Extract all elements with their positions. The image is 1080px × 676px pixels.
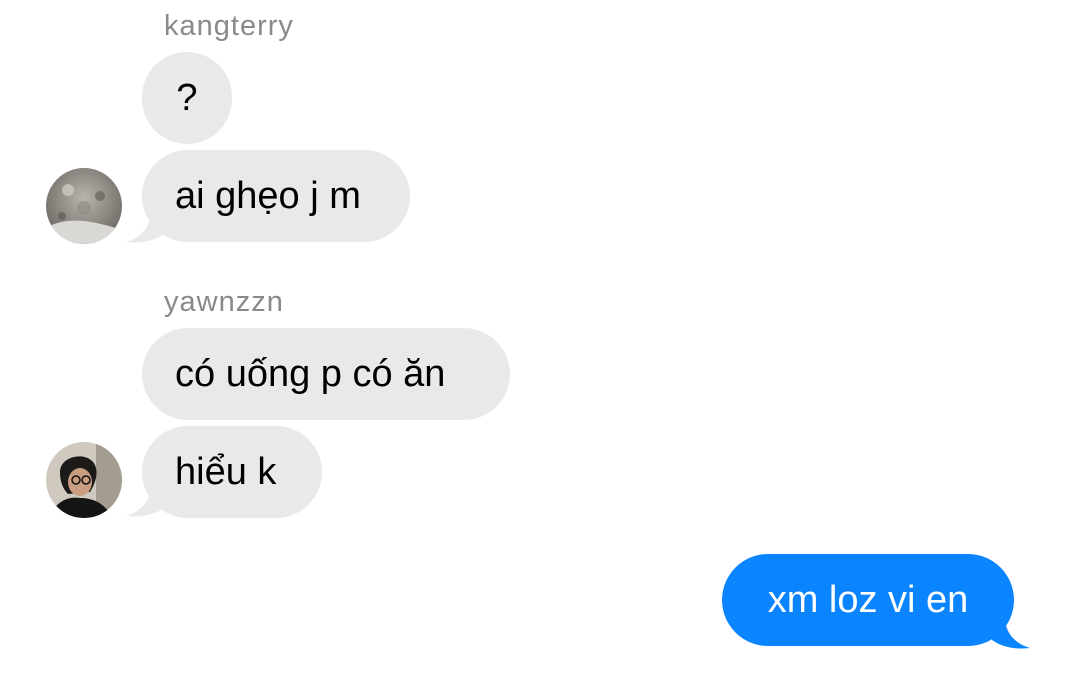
- message-text: có uống p có ăn: [175, 353, 446, 395]
- message-bubble-sent[interactable]: xm loz vi en: [722, 554, 1014, 646]
- message-bubble[interactable]: ai ghẹo j m: [142, 150, 410, 242]
- message-text: ai ghẹo j m: [175, 175, 361, 217]
- message-text: hiểu k: [175, 451, 277, 493]
- avatar-kangterry[interactable]: [46, 168, 122, 244]
- avatar-yawnzzn[interactable]: [46, 442, 122, 518]
- person-avatar-icon: [46, 442, 122, 518]
- person-avatar-icon: [46, 168, 122, 244]
- message-bubble[interactable]: ?: [142, 52, 232, 144]
- message-bubble[interactable]: có uống p có ăn: [142, 328, 510, 420]
- sender-name-yawnzzn: yawnzzn: [164, 286, 284, 318]
- message-text: ?: [176, 77, 198, 119]
- message-bubble[interactable]: hiểu k: [142, 426, 322, 518]
- message-text: xm loz vi en: [767, 579, 969, 621]
- sender-name-kangterry: kangterry: [164, 10, 294, 42]
